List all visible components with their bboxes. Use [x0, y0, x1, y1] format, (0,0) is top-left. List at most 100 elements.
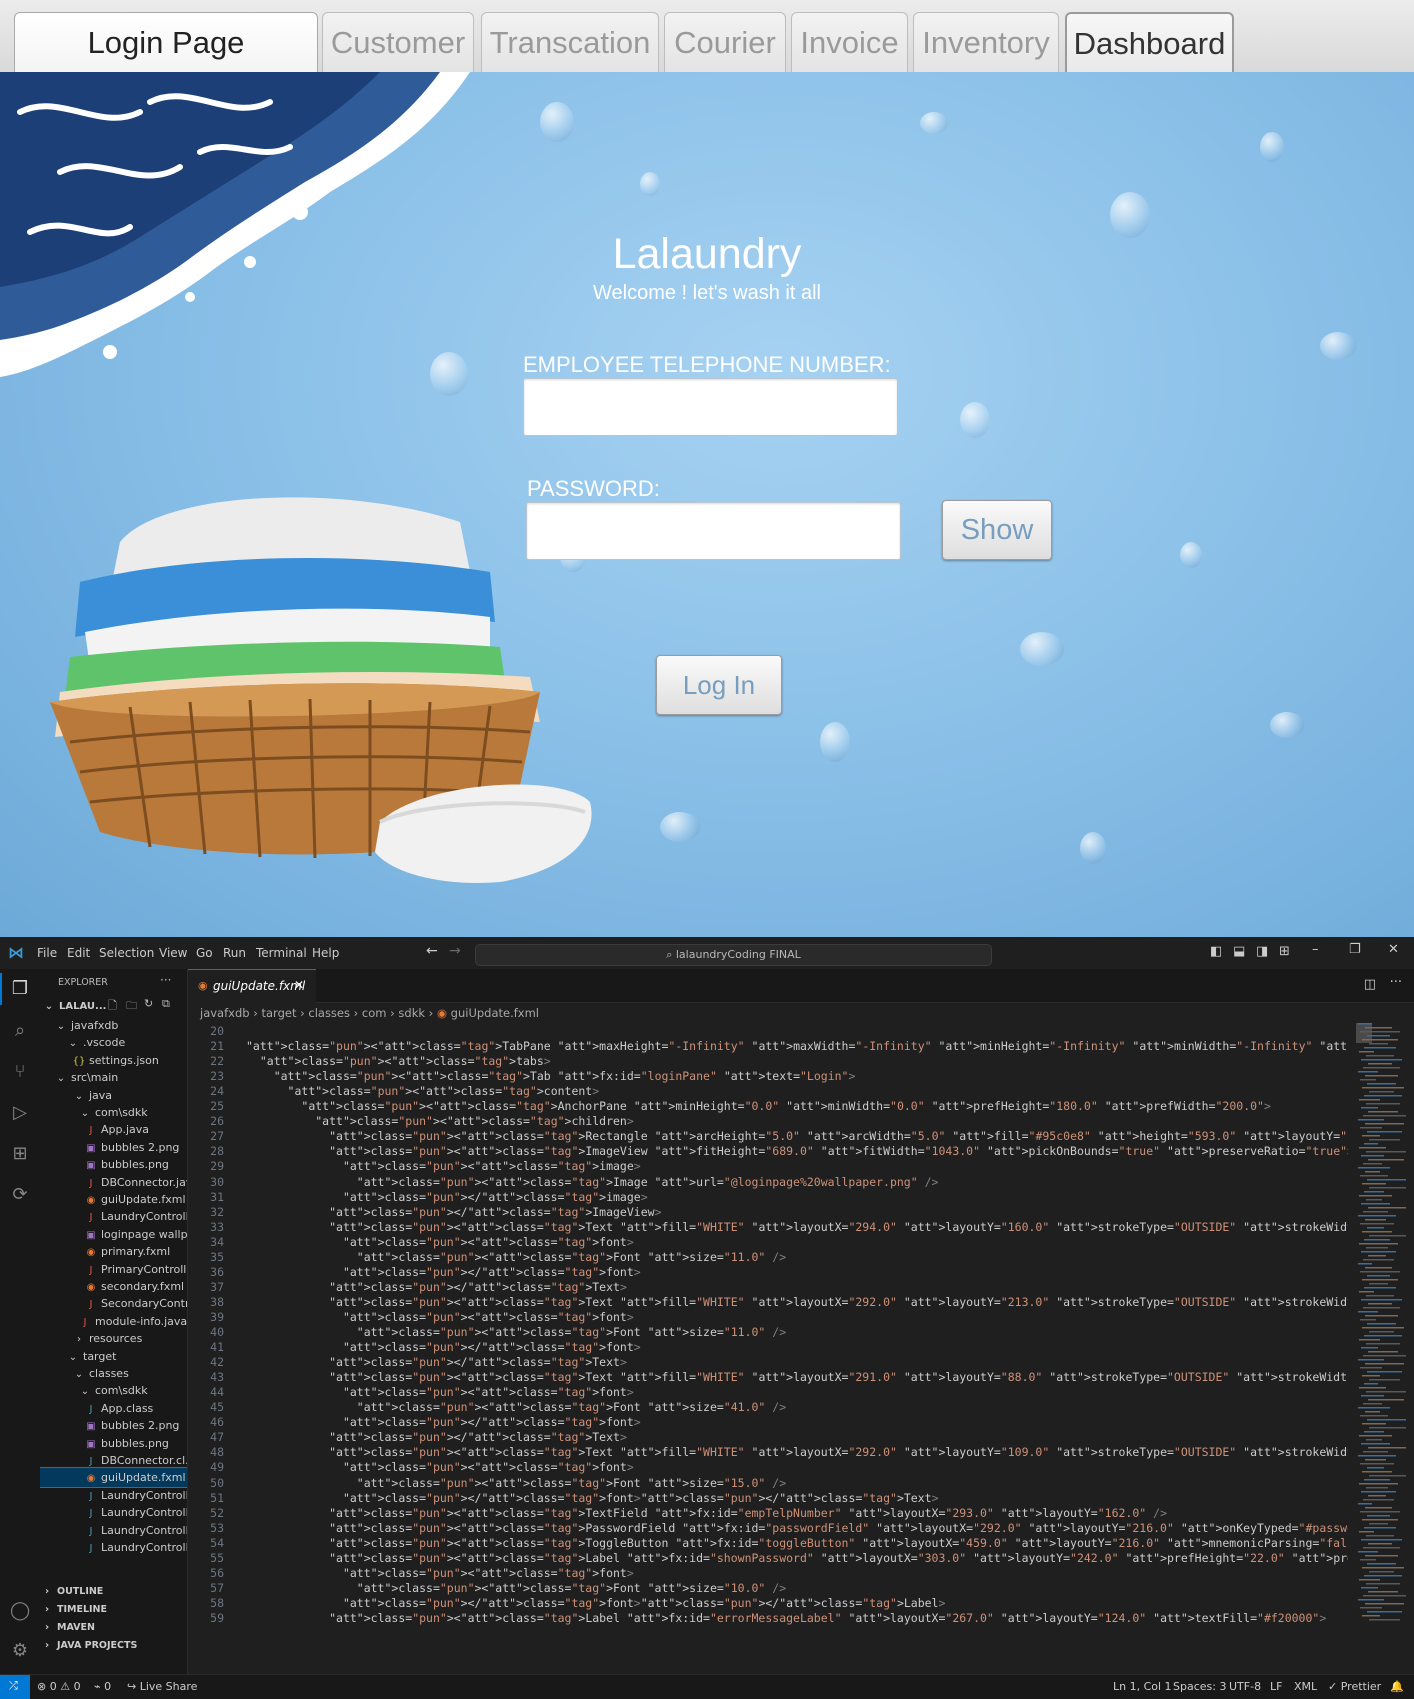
menu-selection[interactable]: Selection	[99, 946, 154, 960]
file-tree-item[interactable]: ▣loginpage wallp...	[40, 1225, 187, 1244]
close-tab-icon[interactable]: ✕	[294, 978, 304, 992]
cursor-position[interactable]: Ln 1, Col 1	[1113, 1680, 1172, 1693]
remote-indicator[interactable]: ⤮	[0, 1675, 30, 1699]
file-tree-item[interactable]: ▣ bubbles 2.png	[40, 1138, 187, 1157]
editor-tab-guiupdate[interactable]: ◉ guiUpdate.fxml ✕	[188, 969, 316, 1004]
file-tree-item[interactable]: ◉ guiUpdate.fxml	[40, 1190, 187, 1209]
menu-run[interactable]: Run	[223, 946, 246, 960]
menu-help[interactable]: Help	[312, 946, 339, 960]
file-tree-item[interactable]: JDBConnector.java	[40, 1173, 187, 1192]
breadcrumb-item[interactable]: javafxdb	[200, 1006, 250, 1020]
search-icon[interactable]: ⌕	[10, 1021, 30, 1041]
menu-terminal[interactable]: Terminal	[256, 946, 307, 960]
tab-transcation[interactable]: Transcation	[481, 12, 659, 72]
password-input[interactable]	[526, 502, 901, 560]
file-tree-item[interactable]: ⌄ javafxdb	[40, 1016, 187, 1035]
file-tree-item[interactable]: {} settings.json	[40, 1051, 187, 1070]
customize-layout-icon[interactable]: ⊞	[1279, 944, 1290, 959]
encoding-indicator[interactable]: UTF-8	[1229, 1680, 1261, 1693]
explorer-more-actions-icon[interactable]: ···	[160, 973, 171, 987]
extensions-icon[interactable]: ⊞	[10, 1144, 30, 1164]
file-tree-item[interactable]: ◉ guiUpdate.fxml	[40, 1467, 187, 1489]
eol-indicator[interactable]: LF	[1270, 1680, 1282, 1693]
file-tree-item[interactable]: ⌄ classes	[40, 1364, 187, 1383]
prettier-status[interactable]: ✓ Prettier	[1328, 1680, 1381, 1693]
tab-courier[interactable]: Courier	[664, 12, 786, 72]
breadcrumb-item[interactable]: target	[261, 1006, 296, 1020]
language-mode[interactable]: XML	[1294, 1680, 1317, 1693]
workspace-root-folder[interactable]: ⌄ LALAU...	[42, 997, 107, 1016]
ports-indicator[interactable]: ⌁ 0	[94, 1680, 111, 1693]
file-tree-item[interactable]: J App.java	[40, 1120, 187, 1139]
editor-more-actions-icon[interactable]: ···	[1390, 975, 1402, 990]
close-icon[interactable]: ✕	[1388, 942, 1399, 957]
section-outline[interactable]: › OUTLINE	[40, 1583, 187, 1601]
tab-invoice[interactable]: Invoice	[791, 12, 908, 72]
command-center-search[interactable]: ⌕ lalaundryCoding FINAL	[475, 944, 992, 966]
file-tree-item[interactable]: ◉ primary.fxml	[40, 1242, 187, 1261]
menu-file[interactable]: File	[37, 946, 57, 960]
collapse-folders-icon[interactable]: ⧉	[162, 997, 170, 1011]
accounts-icon[interactable]: ◯	[10, 1601, 30, 1621]
file-tree-item[interactable]: JLaundryControll...	[40, 1538, 187, 1557]
file-tree-item[interactable]: Jmodule-info.java	[40, 1312, 187, 1331]
tab-customer[interactable]: Customer	[322, 12, 474, 72]
file-tree-item[interactable]: JLaundryControll...	[40, 1521, 187, 1540]
employee-phone-input[interactable]	[523, 378, 898, 436]
file-tree-item[interactable]: ◉ secondary.fxml	[40, 1277, 187, 1296]
file-tree-item[interactable]: ⌄ com\sdkk	[40, 1381, 187, 1400]
section-java-projects[interactable]: › JAVA PROJECTS	[40, 1637, 187, 1655]
problems-indicator[interactable]: ⊗ 0 ⚠ 0	[37, 1680, 81, 1693]
source-control-icon[interactable]: ⑂	[10, 1062, 30, 1082]
file-tree-item[interactable]: J DBConnector.cl...	[40, 1451, 187, 1470]
toggle-primary-sidebar-icon[interactable]: ◧	[1210, 944, 1222, 959]
file-tree-item[interactable]: JLaundryControll...	[40, 1486, 187, 1505]
split-editor-icon[interactable]: ◫	[1364, 977, 1376, 992]
tab-inventory[interactable]: Inventory	[913, 12, 1059, 72]
restore-icon[interactable]: ❐	[1349, 942, 1361, 957]
menu-view[interactable]: View	[159, 946, 187, 960]
minimap[interactable]	[1356, 1023, 1406, 1643]
refresh-explorer-icon[interactable]: ↻	[144, 997, 153, 1010]
file-tree-item[interactable]: › resources	[40, 1329, 187, 1348]
breadcrumb-item[interactable]: com	[362, 1006, 387, 1020]
file-tree-item[interactable]: JLaundryControll...	[40, 1503, 187, 1522]
forward-arrow-icon[interactable]: →	[449, 943, 461, 959]
menu-go[interactable]: Go	[196, 946, 213, 960]
file-tree-item[interactable]: J App.class	[40, 1399, 187, 1418]
file-tree-item[interactable]: ⌄ .vscode	[40, 1033, 187, 1052]
minimize-icon[interactable]: –	[1312, 942, 1319, 957]
run-debug-icon[interactable]: ▷	[10, 1103, 30, 1123]
explorer-icon[interactable]: ❐	[10, 979, 30, 999]
show-password-toggle-button[interactable]: Show	[942, 500, 1052, 560]
tab-login-page-employee[interactable]: Login Page Employee	[14, 12, 318, 120]
live-share-button[interactable]: ↪ Live Share	[127, 1680, 197, 1693]
file-tree-item[interactable]: ⌄ src\main	[40, 1068, 187, 1087]
new-file-icon[interactable]: 🗋	[108, 997, 117, 1016]
file-tree-item[interactable]: JLaundryControll...	[40, 1207, 187, 1226]
notifications-bell-icon[interactable]: 🔔	[1390, 1680, 1404, 1693]
file-tree-item[interactable]: ▣ bubbles 2.png	[40, 1416, 187, 1435]
section-timeline[interactable]: › TIMELINE	[40, 1601, 187, 1619]
back-arrow-icon[interactable]: ←	[426, 943, 438, 959]
file-tree-item[interactable]: ▣ bubbles.png	[40, 1155, 187, 1174]
file-tree-item[interactable]: JSecondaryContr...	[40, 1294, 187, 1313]
tab-dashboard[interactable]: Dashboard	[1065, 12, 1234, 72]
file-tree-item[interactable]: ⌄ com\sdkk	[40, 1103, 187, 1122]
new-folder-icon[interactable]: 🗀	[126, 997, 137, 1016]
toggle-secondary-sidebar-icon[interactable]: ◨	[1256, 944, 1268, 959]
section-maven[interactable]: › MAVEN	[40, 1619, 187, 1637]
menu-edit[interactable]: Edit	[67, 946, 90, 960]
code-editor[interactable]: 20 21 "att">class="pun"><"att">class="tag"…	[188, 1023, 1348, 1674]
file-tree-item[interactable]: ⌄ target	[40, 1347, 187, 1366]
remote-explorer-icon[interactable]: ⟳	[10, 1185, 30, 1205]
toggle-panel-icon[interactable]: ⬓	[1233, 944, 1245, 959]
file-tree-item[interactable]: J PrimaryControll...	[40, 1260, 187, 1279]
breadcrumb-item[interactable]: classes	[308, 1006, 350, 1020]
login-button[interactable]: Log In	[656, 655, 782, 715]
breadcrumb-item[interactable]: guiUpdate.fxml	[451, 1006, 539, 1020]
breadcrumb-item[interactable]: sdkk	[398, 1006, 425, 1020]
manage-gear-icon[interactable]: ⚙	[10, 1641, 30, 1661]
indentation-indicator[interactable]: Spaces: 3	[1173, 1680, 1226, 1693]
file-tree-item[interactable]: ⌄ java	[40, 1086, 187, 1105]
